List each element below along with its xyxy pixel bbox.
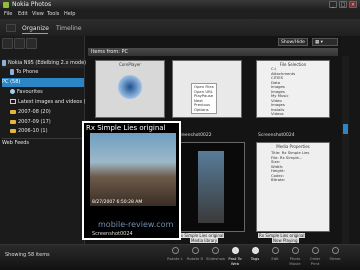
menu-help[interactable]: Help bbox=[64, 11, 75, 17]
slideshow-icon bbox=[211, 247, 219, 254]
rotate-right-icon bbox=[191, 247, 199, 254]
thumbnail-caption: Media library bbox=[190, 238, 219, 243]
slideshow-button[interactable]: Slideshow bbox=[206, 246, 225, 266]
folder-add-icon[interactable] bbox=[14, 38, 25, 49]
watermark: mobile-review.com bbox=[98, 220, 174, 229]
context-menu-preview: Open Files Open URL PlayPause Next Previ… bbox=[191, 83, 217, 114]
order-print-button[interactable]: Order Print bbox=[306, 246, 324, 266]
import-icon[interactable] bbox=[2, 38, 13, 49]
window-title: Nokia Photos bbox=[12, 1, 52, 8]
globe-icon bbox=[231, 247, 239, 254]
back-icon[interactable] bbox=[6, 24, 16, 32]
thumbnail-caption: Now Playing bbox=[272, 238, 299, 243]
menu-file[interactable]: File bbox=[4, 11, 12, 17]
thumbnail-media-properties[interactable]: Media Properties Title: Rx Simple Lies F… bbox=[256, 142, 330, 232]
tag-icon bbox=[251, 247, 259, 254]
sidebar-item-latest[interactable]: Latest images and videos (58) bbox=[2, 98, 94, 107]
rotate-left-button[interactable]: Rotate L bbox=[166, 246, 184, 266]
sidebar-item-favourites[interactable]: Favourites bbox=[2, 88, 84, 97]
preview-timestamp: 8/27/2007 6:50:28 AM bbox=[92, 200, 143, 205]
rotate-left-icon bbox=[171, 247, 179, 254]
rotate-right-button[interactable]: Rotate R bbox=[186, 246, 204, 266]
video-frame bbox=[198, 151, 224, 223]
sidebar-item-pc[interactable]: PC (58) bbox=[2, 78, 84, 87]
thumbnail-video[interactable] bbox=[175, 142, 245, 232]
stack-icon bbox=[10, 99, 16, 104]
content-header: Items from: PC bbox=[88, 48, 338, 56]
scrollbar-thumb[interactable] bbox=[343, 124, 348, 134]
minimize-button[interactable]: _ bbox=[329, 1, 337, 8]
thumbnail-menu[interactable]: Open Files Open URL PlayPause Next Previ… bbox=[172, 60, 242, 118]
tab-organize[interactable]: Organize bbox=[22, 25, 49, 32]
photo-movie-button[interactable]: Photo Movie bbox=[286, 246, 304, 266]
thumbnail-title: CorePlayer bbox=[119, 62, 141, 67]
coreplayer-logo bbox=[118, 75, 142, 99]
thumbnail-file-selection[interactable]: File Selection C:\ Attachments CITIES Da… bbox=[256, 60, 330, 118]
properties-list: Title: Rx Simple Lies File: Rx Simple...… bbox=[271, 150, 310, 182]
view-toggle[interactable]: ▦ ▾ bbox=[312, 38, 338, 46]
settings-icon[interactable] bbox=[26, 38, 37, 49]
title-bar bbox=[0, 0, 360, 10]
thumbnail-coreplayer[interactable]: CorePlayer bbox=[95, 60, 165, 118]
menu-edit[interactable]: Edit bbox=[18, 11, 28, 17]
tab-organize-indicator bbox=[22, 33, 48, 34]
menu-tools[interactable]: Tools bbox=[47, 11, 59, 17]
sidebar-toolbar bbox=[2, 38, 82, 54]
thumbnail-title: Media Properties bbox=[276, 144, 310, 149]
tab-strip bbox=[0, 19, 360, 36]
preview-title: Rx Simple Lies original bbox=[86, 124, 166, 132]
folder-icon bbox=[10, 119, 16, 124]
edit-button[interactable]: Edit bbox=[266, 246, 284, 266]
edit-icon bbox=[271, 247, 279, 254]
print-icon bbox=[311, 247, 319, 254]
tab-timeline[interactable]: Timeline bbox=[56, 25, 82, 32]
sidebar-item-2007-08[interactable]: 2007-08 (20) bbox=[2, 108, 84, 117]
menu-view[interactable]: View bbox=[32, 11, 44, 17]
status-text: Showing 58 items bbox=[5, 252, 50, 258]
share-button[interactable]: Share bbox=[326, 246, 344, 266]
scrollbar[interactable] bbox=[342, 56, 349, 256]
sidebar-to-phone[interactable]: To Phone bbox=[2, 68, 84, 77]
folder-icon bbox=[10, 128, 16, 133]
close-button[interactable]: × bbox=[349, 1, 357, 8]
favourites-icon bbox=[10, 89, 15, 94]
sidebar-web-feeds[interactable]: Web Feeds bbox=[2, 139, 84, 148]
thumbnail-label: Screenshot0024 bbox=[258, 133, 295, 138]
file-list-preview: C:\ Attachments CITIES Data Images Image… bbox=[271, 66, 296, 116]
tags-button[interactable]: Tags bbox=[246, 246, 264, 266]
sidebar-device[interactable]: Nokia N95 (Edelbing 2.x mode) bbox=[2, 59, 86, 68]
show-hide-dropdown[interactable]: Show/Hide bbox=[278, 38, 308, 46]
maximize-button[interactable]: □ bbox=[339, 1, 347, 8]
phone-icon bbox=[2, 59, 6, 66]
sidebar-item-2007-09[interactable]: 2007-09 (17) bbox=[2, 118, 84, 127]
preview-photo bbox=[90, 133, 176, 206]
app-icon bbox=[3, 2, 9, 8]
movie-icon bbox=[291, 247, 299, 254]
preview-label: Screenshot0024 bbox=[92, 231, 133, 237]
folder-icon bbox=[10, 109, 16, 114]
sidebar-item-2006-10[interactable]: 2006-10 (1) bbox=[2, 127, 84, 136]
post-to-web-button[interactable]: Post To Web bbox=[226, 246, 244, 266]
share-icon bbox=[331, 247, 339, 254]
phone-icon bbox=[10, 68, 14, 75]
